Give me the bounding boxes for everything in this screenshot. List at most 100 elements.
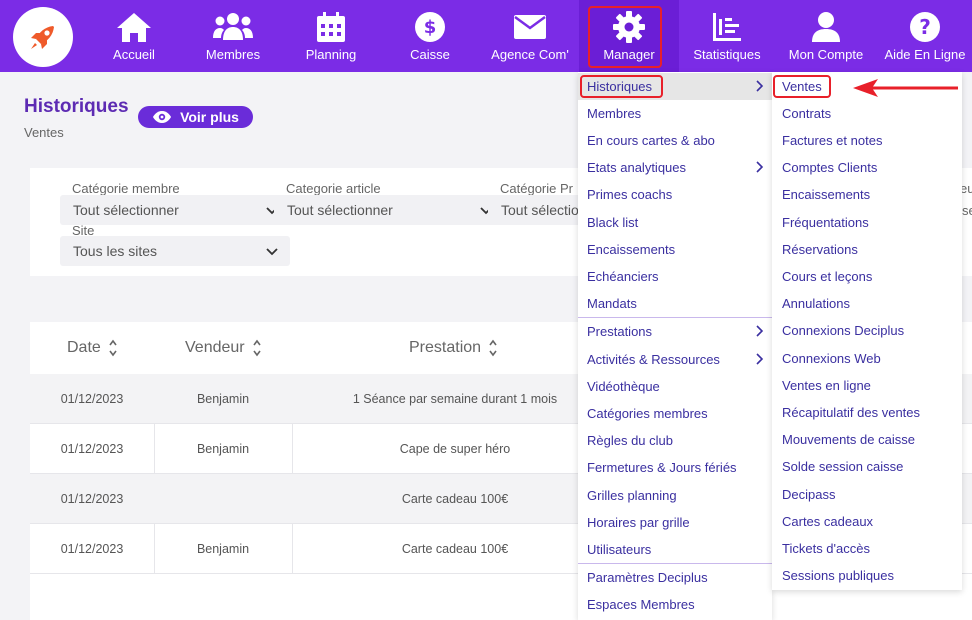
- chevron-right-icon: [756, 80, 764, 92]
- menu-item-activites-ressources[interactable]: Activités & Ressources: [578, 346, 772, 373]
- submenu-item-sessions-publiques[interactable]: Sessions publiques: [772, 562, 962, 589]
- menu-item-en-cours-cartes[interactable]: En cours cartes & abo: [578, 127, 772, 154]
- nav-label: Statistiques: [693, 47, 761, 62]
- cell-prestation: Carte cadeau 100€: [401, 492, 509, 506]
- menu-item-etats-analytiques[interactable]: Etats analytiques: [578, 154, 772, 181]
- menu-item-videotheque[interactable]: Vidéothèque: [578, 373, 772, 400]
- site-select[interactable]: Tous les sites: [60, 236, 290, 266]
- menu-item-parametres-deciplus[interactable]: Paramètres Deciplus: [578, 564, 772, 591]
- submenu-item-label: Solde session caisse: [782, 459, 904, 474]
- submenu-item-frequentations[interactable]: Fréquentations: [772, 209, 962, 236]
- nav-mon-compte[interactable]: Mon Compte: [776, 0, 876, 72]
- menu-item-label: Fermetures & Jours fériés: [587, 460, 737, 475]
- submenu-item-solde-session-caisse[interactable]: Solde session caisse: [772, 453, 962, 480]
- submenu-item-decipass[interactable]: Decipass: [772, 481, 962, 508]
- submenu-item-factures[interactable]: Factures et notes: [772, 127, 962, 154]
- nav-membres[interactable]: Membres: [183, 0, 283, 72]
- menu-item-black-list[interactable]: Black list: [578, 209, 772, 236]
- nav-label: Caisse: [410, 47, 450, 62]
- nav-caisse[interactable]: $ Caisse: [380, 0, 480, 72]
- menu-item-label: Etats analytiques: [587, 160, 687, 175]
- user-icon: [812, 12, 840, 42]
- select-value: Tout sélectionner: [287, 202, 393, 218]
- nav-accueil[interactable]: Accueil: [84, 0, 184, 72]
- historiques-submenu: Ventes Contrats Factures et notes Compte…: [772, 72, 962, 590]
- menu-item-categories-membres[interactable]: Catégories membres: [578, 400, 772, 427]
- menu-item-membres[interactable]: Membres: [578, 100, 772, 127]
- app-logo[interactable]: [13, 7, 73, 67]
- submenu-item-connexions-web[interactable]: Connexions Web: [772, 345, 962, 372]
- top-navbar: Accueil Membres Planning $ Caisse Agence…: [0, 0, 972, 72]
- submenu-item-label: Fréquentations: [782, 215, 869, 230]
- menu-item-echeanciers[interactable]: Echéanciers: [578, 263, 772, 290]
- column-header-date[interactable]: Date: [67, 322, 117, 374]
- menu-item-horaires-par-grille[interactable]: Horaires par grille: [578, 509, 772, 536]
- nav-statistiques[interactable]: Statistiques: [677, 0, 777, 72]
- submenu-item-label: Annulations: [782, 296, 850, 311]
- envelope-icon: [514, 15, 546, 39]
- submenu-item-cours-et-lecons[interactable]: Cours et leçons: [772, 263, 962, 290]
- menu-item-fermetures[interactable]: Fermetures & Jours fériés: [578, 454, 772, 481]
- menu-item-label: Horaires par grille: [587, 515, 690, 530]
- column-header-prestation[interactable]: Prestation: [409, 322, 497, 374]
- submenu-item-tickets-acces[interactable]: Tickets d'accès: [772, 535, 962, 562]
- menu-item-prestations[interactable]: Prestations: [578, 318, 772, 345]
- menu-item-espaces-membres[interactable]: Espaces Membres: [578, 591, 772, 618]
- sort-icon: [252, 339, 261, 357]
- submenu-item-cartes-cadeaux[interactable]: Cartes cadeaux: [772, 508, 962, 535]
- submenu-item-ventes-en-ligne[interactable]: Ventes en ligne: [772, 372, 962, 399]
- filter-value-partial: se: [962, 203, 972, 218]
- menu-item-grilles-planning[interactable]: Grilles planning: [578, 482, 772, 509]
- submenu-item-label: Connexions Deciplus: [782, 323, 905, 338]
- submenu-item-recapitulatif[interactable]: Récapitulatif des ventes: [772, 399, 962, 426]
- submenu-item-reservations[interactable]: Réservations: [772, 236, 962, 263]
- submenu-item-label: Decipass: [782, 487, 836, 502]
- submenu-item-connexions-deciplus[interactable]: Connexions Deciplus: [772, 317, 962, 344]
- categorie-article-select[interactable]: Tout sélectionner: [274, 195, 504, 225]
- submenu-item-label: Connexions Web: [782, 351, 881, 366]
- menu-item-label: Black list: [587, 215, 639, 230]
- menu-item-label: Utilisateurs: [587, 542, 652, 557]
- chevron-right-icon: [756, 161, 764, 173]
- menu-item-encaissements[interactable]: Encaissements: [578, 236, 772, 263]
- menu-item-label: Espaces Membres: [587, 597, 695, 612]
- submenu-item-label: Cartes cadeaux: [782, 514, 874, 529]
- submenu-item-comptes-clients[interactable]: Comptes Clients: [772, 154, 962, 181]
- menu-item-historiques[interactable]: Historiques: [578, 73, 772, 100]
- menu-item-mandats[interactable]: Mandats: [578, 290, 772, 317]
- bar-chart-icon: [713, 13, 741, 41]
- categorie-membre-select[interactable]: Tout sélectionner: [60, 195, 290, 225]
- submenu-item-label: Tickets d'accès: [782, 541, 870, 556]
- nav-aide-en-ligne[interactable]: ? Aide En Ligne: [874, 0, 972, 72]
- submenu-item-label: Cours et leçons: [782, 269, 873, 284]
- menu-item-regles-du-club[interactable]: Règles du club: [578, 427, 772, 454]
- submenu-item-mouvements-de-caisse[interactable]: Mouvements de caisse: [772, 426, 962, 453]
- categorie-p-select[interactable]: Tout sélection: [488, 195, 588, 225]
- column-header-vendeur[interactable]: Vendeur: [185, 322, 261, 374]
- cell-date: 01/12/2023: [60, 542, 124, 556]
- cell-prestation: Carte cadeau 100€: [401, 542, 509, 556]
- menu-item-label: Mandats: [587, 296, 637, 311]
- submenu-item-encaissements[interactable]: Encaissements: [772, 181, 962, 208]
- filter-label-categorie-membre: Catégorie membre: [72, 181, 180, 196]
- menu-item-label: Prestations: [587, 324, 653, 339]
- dollar-icon: $: [415, 12, 445, 42]
- menu-item-primes-coachs[interactable]: Primes coachs: [578, 181, 772, 208]
- cell-date: 01/12/2023: [60, 492, 124, 506]
- submenu-item-contrats[interactable]: Contrats: [772, 100, 962, 127]
- nav-agence-com[interactable]: Agence Com': [479, 0, 581, 72]
- submenu-item-label: Contrats: [782, 106, 832, 121]
- select-value: Tout sélection: [501, 202, 587, 218]
- cell-date: 01/12/2023: [60, 392, 124, 406]
- nav-label: Accueil: [113, 47, 155, 62]
- annotation-arrow-icon: [853, 79, 958, 97]
- submenu-item-annulations[interactable]: Annulations: [772, 290, 962, 317]
- eye-icon: [153, 111, 172, 123]
- nav-manager[interactable]: Manager: [579, 0, 679, 72]
- voir-plus-button[interactable]: Voir plus: [138, 106, 253, 128]
- nav-planning[interactable]: Planning: [281, 0, 381, 72]
- menu-item-utilisateurs[interactable]: Utilisateurs: [578, 536, 772, 563]
- gear-icon: [613, 11, 645, 43]
- menu-item-label: En cours cartes & abo: [587, 133, 715, 148]
- menu-item-label: Membres: [587, 106, 642, 121]
